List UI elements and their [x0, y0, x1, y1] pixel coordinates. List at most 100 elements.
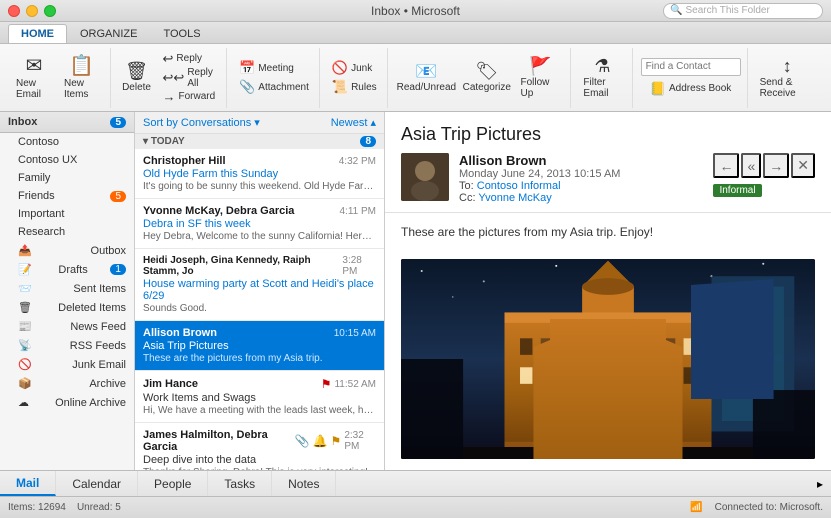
bottom-nav-notes[interactable]: Notes [272, 471, 336, 496]
send-receive-button[interactable]: ↕ Send & Receive [756, 55, 819, 101]
sidebar-contoso-label: Contoso [18, 136, 59, 148]
tab-tools[interactable]: TOOLS [150, 24, 213, 43]
unread-count: Unread: 5 [77, 502, 121, 513]
new-items-button[interactable]: 📋 New Items [60, 54, 104, 102]
sidebar-item-junk[interactable]: 🚫 Junk Email [0, 355, 134, 374]
minimize-button[interactable] [26, 5, 38, 17]
sidebar-deleted-label: Deleted Items [58, 302, 126, 314]
email-meta-sender: Allison Brown [459, 153, 703, 168]
sidebar-item-family[interactable]: Family [0, 169, 134, 187]
attachment-icon-5: 📎 [295, 434, 310, 448]
sidebar-item-contoso-ux[interactable]: Contoso UX [0, 151, 134, 169]
email-prev-button[interactable]: ← [713, 153, 739, 178]
sidebar-item-deleted[interactable]: 🗑 Deleted Items [0, 298, 134, 317]
email-nav-buttons: ← « → ✕ [713, 153, 815, 178]
email-preview-1: Hey Debra, Welcome to the sunny Californ… [143, 231, 376, 242]
email-prev-all-button[interactable]: « [741, 153, 761, 178]
junk-button[interactable]: 🚫 Junk [328, 59, 381, 77]
date-group-badge: 8 [360, 136, 376, 147]
sort-direction[interactable]: Newest ▴ [331, 116, 376, 129]
email-sender-3: Allison Brown [143, 327, 217, 339]
wifi-icon: 📶 [690, 502, 702, 513]
email-sender-1: Yvonne McKay, Debra Garcia [143, 205, 294, 217]
email-item-5[interactable]: James Halmilton, Debra Garcia 📎 🔔 ⚑ 2:32… [135, 423, 384, 470]
sidebar-important-label: Important [18, 208, 64, 220]
bottom-nav-calendar[interactable]: Calendar [56, 471, 138, 496]
maximize-button[interactable] [44, 5, 56, 17]
sidebar-friends-badge: 5 [110, 191, 126, 202]
sidebar-item-archive[interactable]: 📦 Archive [0, 374, 134, 393]
close-button[interactable] [8, 5, 20, 17]
forward-button[interactable]: → Forward [159, 88, 221, 106]
meeting-button[interactable]: 📅 Meeting [235, 59, 313, 77]
sidebar-item-newsfeed[interactable]: 📰 News Feed [0, 317, 134, 336]
sidebar-junk-label: Junk Email [72, 359, 126, 371]
sidebar-item-contoso[interactable]: Contoso [0, 133, 134, 151]
bottom-nav: Mail Calendar People Tasks Notes ▸ [0, 470, 831, 496]
reply-all-button[interactable]: ↩↩ Reply All [159, 69, 221, 87]
date-group-label: TODAY [151, 136, 185, 147]
sidebar-junk-icon: 🚫 [18, 358, 32, 371]
attachment-button[interactable]: 📎 Attachment [235, 78, 313, 96]
email-item-3[interactable]: Allison Brown 10:15 AM Asia Trip Picture… [135, 321, 384, 371]
sidebar-item-outbox[interactable]: 📤 Outbox [0, 241, 134, 260]
filter-email-button[interactable]: ⚗ Filter Email [579, 55, 625, 101]
folder-search-box[interactable]: 🔍 Search This Folder [663, 3, 823, 19]
ribbon-group-contacts: 📒 Address Book [635, 48, 748, 108]
ribbon-group-send: ↕ Send & Receive [750, 48, 825, 108]
sidebar-family-label: Family [18, 172, 50, 184]
tab-home[interactable]: HOME [8, 24, 67, 43]
bottom-nav-tasks[interactable]: Tasks [208, 471, 272, 496]
email-body-text: These are the pictures from my Asia trip… [401, 225, 815, 239]
sidebar: Inbox 5 Contoso Contoso UX Family Friend… [0, 112, 135, 470]
email-date-group-today: ▾ TODAY 8 [135, 134, 384, 149]
people-nav-label: People [154, 477, 191, 491]
bottom-nav-mail[interactable]: Mail [0, 471, 56, 496]
email-close-button[interactable]: ✕ [791, 153, 815, 178]
email-item-1[interactable]: Yvonne McKay, Debra Garcia 4:11 PM Debra… [135, 199, 384, 249]
status-bar: Items: 12694 Unread: 5 📶 Connected to: M… [0, 496, 831, 518]
email-item-2[interactable]: Heidi Joseph, Gina Kennedy, Raiph Stamm,… [135, 249, 384, 321]
sidebar-item-important[interactable]: Important [0, 205, 134, 223]
sidebar-item-online-archive[interactable]: ☁ Online Archive [0, 393, 134, 412]
sidebar-item-sent[interactable]: 📨 Sent Items [0, 279, 134, 298]
new-email-button[interactable]: ✉ New Email [12, 54, 56, 102]
sort-direction-label: Newest [331, 117, 368, 129]
avatar [401, 153, 449, 201]
follow-up-button[interactable]: 🚩 Follow Up [516, 55, 564, 101]
email-item-4[interactable]: Jim Hance ⚑ 11:52 AM Work Items and Swag… [135, 371, 384, 423]
window-controls[interactable] [8, 5, 56, 17]
email-time-4: 11:52 AM [334, 379, 376, 390]
find-contact-input[interactable] [641, 58, 741, 76]
bottom-nav-people[interactable]: People [138, 471, 208, 496]
sidebar-rss-icon: 📡 [18, 339, 32, 352]
email-item-0[interactable]: Christopher Hill 4:32 PM Old Hyde Farm t… [135, 149, 384, 199]
ribbon-toolbar: ✉ New Email 📋 New Items 🗑 Delete ↩ Reply… [0, 44, 831, 112]
email-preview-5: Thanks for Sharing, Debra! This is very … [143, 467, 376, 470]
delete-icon: 🗑 [125, 62, 148, 80]
sidebar-item-friends[interactable]: Friends 5 [0, 187, 134, 205]
categorize-icon: 🏷 [475, 62, 498, 80]
bottom-nav-expand[interactable]: ▸ [809, 471, 831, 496]
sidebar-item-research[interactable]: Research [0, 223, 134, 241]
follow-up-icon: 🚩 [529, 57, 551, 75]
sort-by-conversations[interactable]: Sort by Conversations ▾ [143, 116, 260, 129]
title-bar-right: 🔍 Search This Folder [663, 3, 823, 19]
delete-button[interactable]: 🗑 Delete [119, 60, 155, 95]
title-bar: Inbox • Microsoft 🔍 Search This Folder [0, 0, 831, 22]
tab-organize[interactable]: ORGANIZE [67, 24, 150, 43]
sidebar-item-rss[interactable]: 📡 RSS Feeds [0, 336, 134, 355]
reply-button[interactable]: ↩ Reply [159, 50, 221, 68]
email-time-5: 2:32 PM [344, 430, 376, 452]
sidebar-sent-label: Sent Items [73, 283, 126, 295]
sidebar-item-drafts[interactable]: 📝 Drafts 1 [0, 260, 134, 279]
address-book-button[interactable]: 📒 Address Book [646, 80, 735, 98]
rules-button[interactable]: 📜 Rules [328, 78, 381, 96]
email-next-button[interactable]: → [763, 153, 789, 178]
ribbon-group-actions: 🗑 Delete ↩ Reply ↩↩ Reply All → Forward [113, 48, 228, 108]
read-unread-button[interactable]: 📧 Read/Unread [396, 60, 457, 95]
categorize-button[interactable]: 🏷 Categorize [461, 60, 512, 95]
ribbon-group-read: 📧 Read/Unread 🏷 Categorize 🚩 Follow Up [390, 48, 572, 108]
search-placeholder: Search This Folder [686, 5, 770, 16]
sidebar-inbox-label: Inbox [8, 116, 37, 128]
